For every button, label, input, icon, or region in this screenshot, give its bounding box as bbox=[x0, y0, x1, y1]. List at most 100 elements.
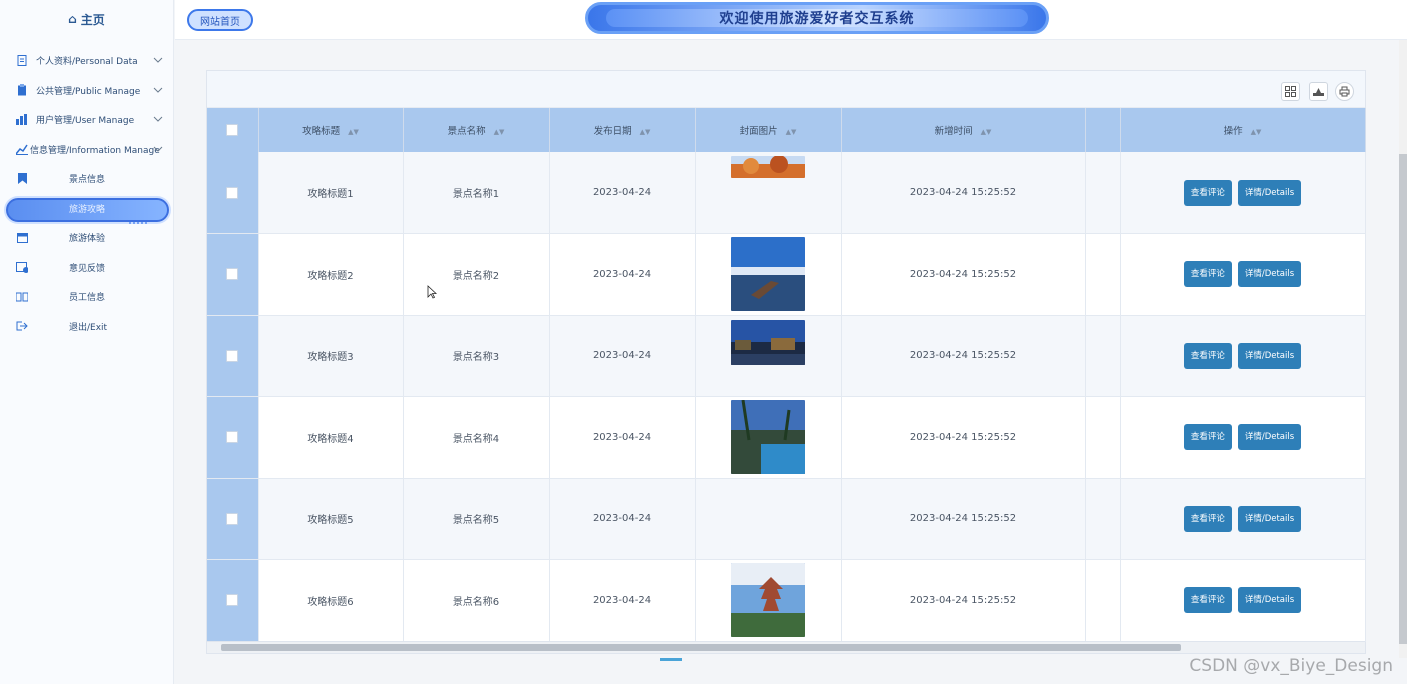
calendar-check-icon bbox=[16, 261, 28, 274]
calendar-icon bbox=[16, 232, 28, 244]
cell-created: 2023-04-24 15:25:52 bbox=[841, 152, 1086, 234]
cover-image bbox=[731, 237, 805, 312]
sidebar-item-information-manage[interactable]: 信息管理/Information Manage bbox=[0, 135, 173, 165]
col-header-actions[interactable]: 操作 ▲▼ bbox=[1120, 108, 1366, 152]
view-comments-button[interactable]: 查看评论 bbox=[1183, 342, 1232, 369]
home-link[interactable]: ⌂ 主页 bbox=[0, 0, 173, 38]
document-icon bbox=[16, 55, 28, 67]
cell-spot: 景点名称1 bbox=[403, 152, 550, 234]
chevron-down-icon bbox=[153, 87, 163, 93]
banner-title: 欢迎使用旅游爱好者交互系统 bbox=[719, 11, 915, 27]
details-button[interactable]: 详情/Details bbox=[1237, 505, 1302, 532]
sort-icon[interactable]: ▲▼ bbox=[786, 128, 797, 136]
cell-spacer bbox=[1085, 396, 1121, 479]
top-bar: 网站首页 欢迎使用旅游爱好者交互系统 bbox=[175, 0, 1407, 40]
col-header-cover[interactable]: 封面图片 ▲▼ bbox=[695, 108, 842, 152]
table-row[interactable]: 攻略标题3 景点名称3 2023-04-24 2023-04-24 15:25:52 查… bbox=[207, 315, 1366, 397]
cover-image bbox=[731, 156, 805, 178]
cover-image bbox=[731, 400, 805, 475]
view-comments-button[interactable]: 查看评论 bbox=[1183, 261, 1232, 288]
sidebar-item-label: 个人资料/Personal Data bbox=[36, 57, 138, 68]
view-comments-button[interactable]: 查看评论 bbox=[1183, 587, 1232, 614]
scroll-thumb[interactable] bbox=[221, 644, 1181, 651]
cell-spot: 景点名称4 bbox=[403, 396, 550, 479]
details-button[interactable]: 详情/Details bbox=[1237, 424, 1302, 451]
details-button[interactable]: 详情/Details bbox=[1237, 342, 1302, 369]
view-comments-button[interactable]: 查看评论 bbox=[1183, 179, 1232, 206]
table-row[interactable]: 攻略标题4 景点名称4 2023-04-24 2023-04-24 15:25:52 查… bbox=[207, 396, 1366, 479]
cell-created: 2023-04-24 15:25:52 bbox=[841, 396, 1086, 479]
cell-date: 2023-04-24 bbox=[549, 396, 696, 479]
export-icon[interactable] bbox=[1309, 82, 1328, 101]
details-button[interactable]: 详情/Details bbox=[1237, 261, 1302, 288]
sort-icon[interactable]: ▲▼ bbox=[494, 128, 505, 136]
sort-icon[interactable]: ▲▼ bbox=[981, 128, 992, 136]
row-checkbox[interactable] bbox=[226, 349, 239, 362]
cell-spacer bbox=[1085, 315, 1121, 397]
table-row[interactable]: 攻略标题5 景点名称5 2023-04-24 2023-04-24 15:25:52 查… bbox=[207, 478, 1366, 560]
row-select-cell bbox=[207, 478, 259, 560]
sort-icon[interactable]: ▲▼ bbox=[1251, 128, 1262, 136]
row-select-cell bbox=[207, 396, 259, 479]
details-button[interactable]: 详情/Details bbox=[1237, 587, 1302, 614]
cell-spot: 景点名称3 bbox=[403, 315, 550, 397]
select-all-checkbox[interactable] bbox=[226, 124, 239, 136]
col-header-date[interactable]: 发布日期 ▲▼ bbox=[549, 108, 696, 152]
sort-icon[interactable]: ▲▼ bbox=[640, 128, 651, 136]
header-label: 新增时间 bbox=[934, 126, 973, 137]
sidebar-item-exit[interactable]: 退出/Exit bbox=[0, 312, 173, 342]
table-row[interactable]: 攻略标题2 景点名称2 2023-04-24 2023-04-24 15:25:52 查… bbox=[207, 233, 1366, 316]
view-comments-button[interactable]: 查看评论 bbox=[1183, 424, 1232, 451]
sidebar-item-staff-info[interactable]: 员工信息 bbox=[0, 282, 173, 312]
table-row[interactable]: 攻略标题6 景点名称6 2023-04-24 2023-04-24 15:25:52 查… bbox=[207, 559, 1366, 642]
cell-cover bbox=[695, 559, 842, 642]
columns-toggle-icon[interactable] bbox=[1281, 82, 1300, 101]
print-icon[interactable] bbox=[1335, 82, 1354, 101]
header-label: 操作 bbox=[1223, 126, 1243, 137]
sidebar-item-user-manage[interactable]: 用户管理/User Manage bbox=[0, 105, 173, 135]
mouse-cursor-icon bbox=[427, 285, 437, 299]
sidebar-item-label: 员工信息 bbox=[69, 293, 106, 304]
view-comments-button[interactable]: 查看评论 bbox=[1183, 505, 1232, 532]
col-header-title[interactable]: 攻略标题 ▲▼ bbox=[258, 108, 404, 152]
watermark: CSDN @vx_Biye_Design bbox=[1189, 656, 1393, 676]
cell-spacer bbox=[1085, 233, 1121, 316]
row-checkbox[interactable] bbox=[226, 512, 239, 525]
cell-title: 攻略标题6 bbox=[258, 559, 404, 642]
cover-image bbox=[731, 319, 805, 365]
cell-created: 2023-04-24 15:25:52 bbox=[841, 478, 1086, 560]
sidebar-item-personal-data[interactable]: 个人资料/Personal Data bbox=[0, 46, 173, 76]
col-header-created[interactable]: 新增时间 ▲▼ bbox=[841, 108, 1086, 152]
cell-title: 攻略标题2 bbox=[258, 233, 404, 316]
row-checkbox[interactable] bbox=[226, 594, 239, 607]
sort-icon[interactable]: ▲▼ bbox=[348, 128, 359, 136]
vertical-scrollbar[interactable] bbox=[1399, 40, 1407, 658]
guide-table: 攻略标题 ▲▼ 景点名称 ▲▼ 发布日期 ▲▼ 封面图片 ▲▼ 新增时间 ▲▼ 操作 ▲▼ … bbox=[207, 108, 1366, 642]
sidebar-item-public-manage[interactable]: 公共管理/Public Manage bbox=[0, 76, 173, 106]
row-checkbox[interactable] bbox=[226, 268, 239, 281]
site-home-link[interactable]: 网站首页 bbox=[187, 9, 253, 31]
col-header-spot[interactable]: 景点名称 ▲▼ bbox=[403, 108, 550, 152]
welcome-banner: 欢迎使用旅游爱好者交互系统 bbox=[585, 2, 1049, 34]
sidebar-item-travel-guide[interactable]: 旅游攻略 bbox=[0, 194, 173, 224]
details-button[interactable]: 详情/Details bbox=[1237, 179, 1302, 206]
scroll-thumb[interactable] bbox=[1399, 154, 1407, 644]
cell-spacer bbox=[1085, 152, 1121, 234]
cell-actions: 查看评论 详情/Details bbox=[1120, 233, 1366, 316]
cell-title: 攻略标题3 bbox=[258, 315, 404, 397]
row-checkbox[interactable] bbox=[226, 186, 239, 199]
row-checkbox[interactable] bbox=[226, 431, 239, 444]
cell-date: 2023-04-24 bbox=[549, 559, 696, 642]
table-row[interactable]: 攻略标题1 景点名称1 2023-04-24 2023-04-24 15:25:52 查… bbox=[207, 152, 1366, 234]
row-select-cell bbox=[207, 152, 259, 234]
sidebar-item-label: 旅游攻略 bbox=[69, 204, 106, 215]
cell-actions: 查看评论 详情/Details bbox=[1120, 559, 1366, 642]
horizontal-scrollbar[interactable] bbox=[207, 641, 1365, 653]
cell-title: 攻略标题4 bbox=[258, 396, 404, 479]
cell-spot: 景点名称2 bbox=[403, 233, 550, 316]
chevron-down-icon bbox=[153, 146, 163, 152]
sidebar-item-label: 公共管理/Public Manage bbox=[36, 86, 141, 97]
sidebar-item-feedback[interactable]: 意见反馈 bbox=[0, 253, 173, 283]
sidebar-item-scenic-info[interactable]: 景点信息 bbox=[0, 164, 173, 194]
sidebar-item-travel-experience[interactable]: 旅游体验 bbox=[0, 223, 173, 253]
